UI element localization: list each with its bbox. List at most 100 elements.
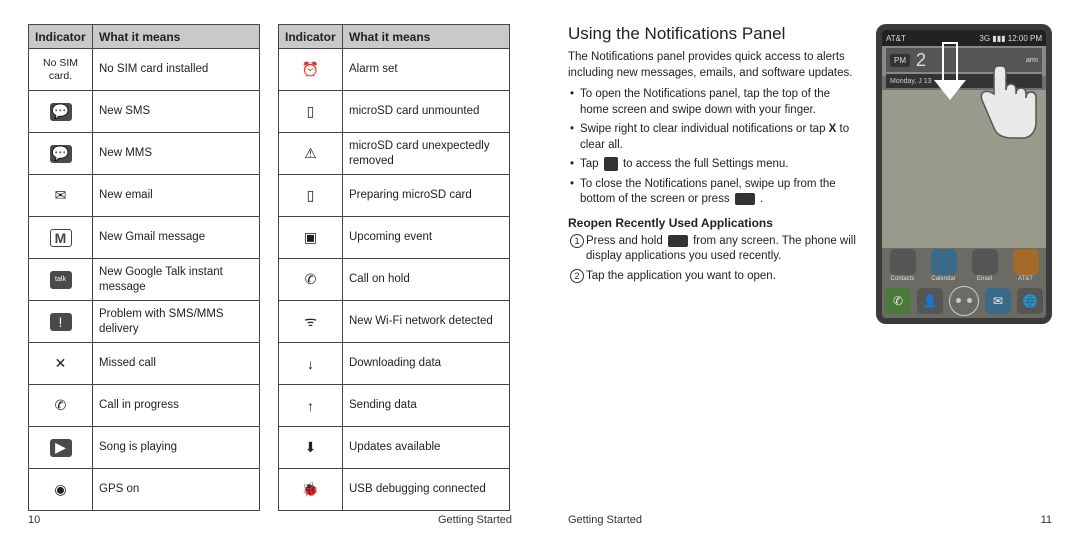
indicator-meaning: Upcoming event	[343, 217, 510, 259]
indicator-icon-cell: ✆	[29, 385, 93, 427]
indicator-table-1: Indicator What it means No SIM card.No S…	[28, 24, 260, 511]
indicator-icon-cell: talk	[29, 259, 93, 301]
indicator-meaning: New Google Talk instant message	[93, 259, 260, 301]
indicator-icon: ↑	[301, 396, 321, 416]
table-row: ▯microSD card unmounted	[279, 91, 510, 133]
indicator-icon-cell: ▯	[279, 175, 343, 217]
home-app-icon	[890, 249, 916, 275]
indicator-meaning: New email	[93, 175, 260, 217]
home-app-item: Email	[972, 249, 998, 282]
indicator-meaning: microSD card unmounted	[343, 91, 510, 133]
table-row: ✆Call on hold	[279, 259, 510, 301]
home-button-icon	[735, 193, 755, 205]
indicator-icon-cell: ▣	[279, 217, 343, 259]
table-row: 🐞 USB debugging connected	[279, 469, 510, 511]
settings-icon	[604, 157, 618, 171]
messaging-app-icon: ✉	[985, 288, 1011, 314]
indicator-icon-cell: !	[29, 301, 93, 343]
home-app-icon	[931, 249, 957, 275]
indicator-icon: ⬇	[301, 438, 321, 458]
table-row: ↓ Downloading data	[279, 343, 510, 385]
section-title-right: Getting Started	[568, 514, 642, 526]
indicator-icon-cell: ✕	[29, 343, 93, 385]
indicator-meaning: New Gmail message	[93, 217, 260, 259]
indicator-meaning: microSD card unexpectedly removed	[343, 133, 510, 175]
indicator-icon-cell: 💬	[29, 91, 93, 133]
home-app-item: Calendar	[931, 249, 957, 282]
bullet-settings-menu: Tap to access the full Settings menu.	[570, 157, 860, 173]
subheading-recent-apps: Reopen Recently Used Applications	[568, 216, 860, 230]
indicator-icon: 💬	[50, 145, 72, 163]
table-row: 💬 New SMS	[29, 91, 260, 133]
indicator-meaning: Downloading data	[343, 343, 510, 385]
table-row: ▣ Upcoming event	[279, 217, 510, 259]
indicator-meaning: Alarm set	[343, 49, 510, 91]
indicator-icon: !	[50, 313, 72, 331]
table-row: ◉GPS on	[29, 469, 260, 511]
carrier-label: AT&T	[886, 34, 906, 43]
indicator-icon: 💬	[50, 103, 72, 121]
browser-app-icon: 🌐	[1017, 288, 1043, 314]
indicator-meaning: Problem with SMS/MMS delivery	[93, 301, 260, 343]
table-row: ✉ New email	[29, 175, 260, 217]
indicator-meaning: GPS on	[93, 469, 260, 511]
status-icons: 3G ▮▮▮ 12:00 PM	[979, 34, 1042, 43]
indicator-icon: 🐞	[301, 480, 321, 500]
page-number-right: 11	[1041, 514, 1052, 526]
table-row: ↑ Sending data	[279, 385, 510, 427]
indicator-icon: ↓	[301, 354, 321, 374]
indicator-icon: ✕	[51, 354, 71, 374]
bullet-clear-notifications: Swipe right to clear individual notifica…	[570, 122, 860, 153]
indicator-icon: ▶	[50, 439, 72, 457]
indicator-meaning: Preparing microSD card	[343, 175, 510, 217]
swipe-down-arrow-icon	[930, 42, 970, 102]
phone-illustration: AT&T 3G ▮▮▮ 12:00 PM PM 2 arm Monday, J …	[876, 24, 1052, 324]
indicator-icon-cell: 🐞	[279, 469, 343, 511]
table-row: M New Gmail message	[29, 217, 260, 259]
indicator-icon-cell: M	[29, 217, 93, 259]
indicator-icon: ✆	[51, 396, 71, 416]
indicator-icon-cell: ᯤ	[279, 301, 343, 343]
indicator-icon: ✉	[51, 186, 71, 206]
indicator-icon-cell: ◉	[29, 469, 93, 511]
home-app-label: Email	[977, 276, 992, 282]
col-indicator: Indicator	[29, 25, 93, 49]
home-app-icon	[1013, 249, 1039, 275]
indicator-icon: ▣	[301, 228, 321, 248]
indicator-icon-cell: ⬇	[279, 427, 343, 469]
indicator-icon: M	[50, 229, 72, 247]
indicator-icon-cell: ↓	[279, 343, 343, 385]
indicator-meaning: Call on hold	[343, 259, 510, 301]
indicator-meaning: Sending data	[343, 385, 510, 427]
indicator-icon-cell: ▯	[279, 91, 343, 133]
indicator-meaning: No SIM card installed	[93, 49, 260, 91]
home-app-label: Contacts	[891, 276, 915, 282]
section-title-left: Getting Started	[438, 514, 512, 526]
indicator-meaning: New Wi-Fi network detected	[343, 301, 510, 343]
indicator-meaning: New SMS	[93, 91, 260, 133]
col-meaning: What it means	[343, 25, 510, 49]
manual-page-right: Using the Notifications Panel The Notifi…	[540, 0, 1080, 540]
indicator-icon: ⚠	[301, 144, 321, 164]
table-row: talkNew Google Talk instant message	[29, 259, 260, 301]
notifications-panel-text: Using the Notifications Panel The Notifi…	[568, 24, 860, 324]
indicator-meaning: USB debugging connected	[343, 469, 510, 511]
table-row: ✕Missed call	[29, 343, 260, 385]
table-row: ▯ Preparing microSD card	[279, 175, 510, 217]
indicator-meaning: Song is playing	[93, 427, 260, 469]
app-drawer-icon	[949, 286, 979, 316]
indicator-icon: ▯	[301, 186, 321, 206]
manual-page-left: Indicator What it means No SIM card.No S…	[0, 0, 540, 540]
indicator-icon-cell: 💬	[29, 133, 93, 175]
home-app-label: AT&T	[1018, 276, 1033, 282]
indicator-icon: ⏰	[301, 60, 321, 80]
home-app-label: Calendar	[931, 276, 955, 282]
clock-hour: 2	[916, 50, 926, 71]
table-row: ▶ Song is playing	[29, 427, 260, 469]
page-title: Using the Notifications Panel	[568, 24, 860, 44]
indicator-icon-cell: ⚠	[279, 133, 343, 175]
indicator-icon-cell: ⏰	[279, 49, 343, 91]
table-row: No SIM card.No SIM card installed	[29, 49, 260, 91]
col-meaning: What it means	[93, 25, 260, 49]
step-press-hold: Press and hold from any screen. The phon…	[570, 234, 860, 265]
